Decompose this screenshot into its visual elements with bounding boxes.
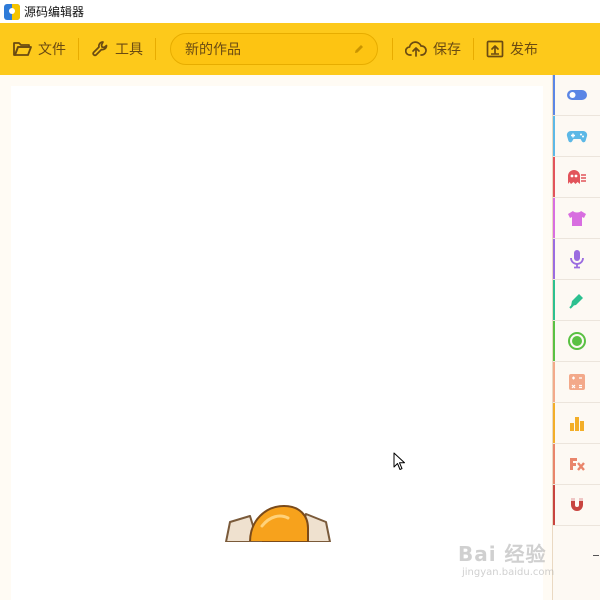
magnet-icon [571, 498, 583, 511]
toolbar-divider [155, 38, 156, 60]
bar-chart-icon [570, 417, 584, 431]
category-pen[interactable] [553, 280, 600, 321]
category-sensing[interactable] [553, 321, 600, 362]
ghost-icon [568, 170, 586, 184]
circle-icon [568, 332, 586, 350]
mouse-cursor-icon [393, 452, 405, 470]
pencil-icon[interactable] [353, 43, 365, 55]
calculator-icon [569, 374, 585, 390]
category-actions[interactable] [553, 157, 600, 198]
category-extensions[interactable] [553, 485, 600, 526]
category-sound[interactable] [553, 239, 600, 280]
save-button[interactable]: 保存 [393, 23, 473, 75]
toggle-icon [567, 90, 587, 100]
file-menu-button[interactable]: 文件 [0, 23, 78, 75]
project-name-text: 新的作品 [185, 42, 241, 58]
microphone-icon [570, 250, 584, 269]
shirt-icon [568, 211, 586, 226]
function-icon [570, 458, 585, 471]
category-data[interactable] [553, 403, 600, 444]
category-control[interactable] [553, 116, 600, 157]
category-looks[interactable] [553, 198, 600, 239]
sidebar-divider [593, 555, 599, 556]
upload-box-icon [486, 40, 504, 58]
tools-menu-label: 工具 [115, 42, 143, 58]
save-label: 保存 [433, 42, 461, 58]
project-name-field[interactable]: 新的作品 [170, 33, 378, 65]
block-category-sidebar [552, 75, 600, 600]
folder-icon [13, 42, 32, 56]
pen-icon [569, 294, 583, 309]
sprite-character[interactable] [222, 502, 334, 542]
gamepad-icon [566, 130, 588, 143]
title-bar: 源码编辑器 [0, 0, 600, 23]
file-menu-label: 文件 [38, 42, 66, 58]
cloud-upload-icon [405, 41, 427, 57]
category-functions[interactable] [553, 444, 600, 485]
publish-label: 发布 [510, 42, 538, 58]
publish-button[interactable]: 发布 [474, 23, 550, 75]
app-logo-icon [4, 3, 20, 20]
window-title: 源码编辑器 [24, 5, 85, 19]
tools-menu-button[interactable]: 工具 [79, 23, 155, 75]
wrench-icon [92, 41, 108, 57]
toolbar: 文件 工具 新的作品 保存 发布 [0, 23, 600, 75]
category-events[interactable] [553, 75, 600, 116]
category-operators[interactable] [553, 362, 600, 403]
